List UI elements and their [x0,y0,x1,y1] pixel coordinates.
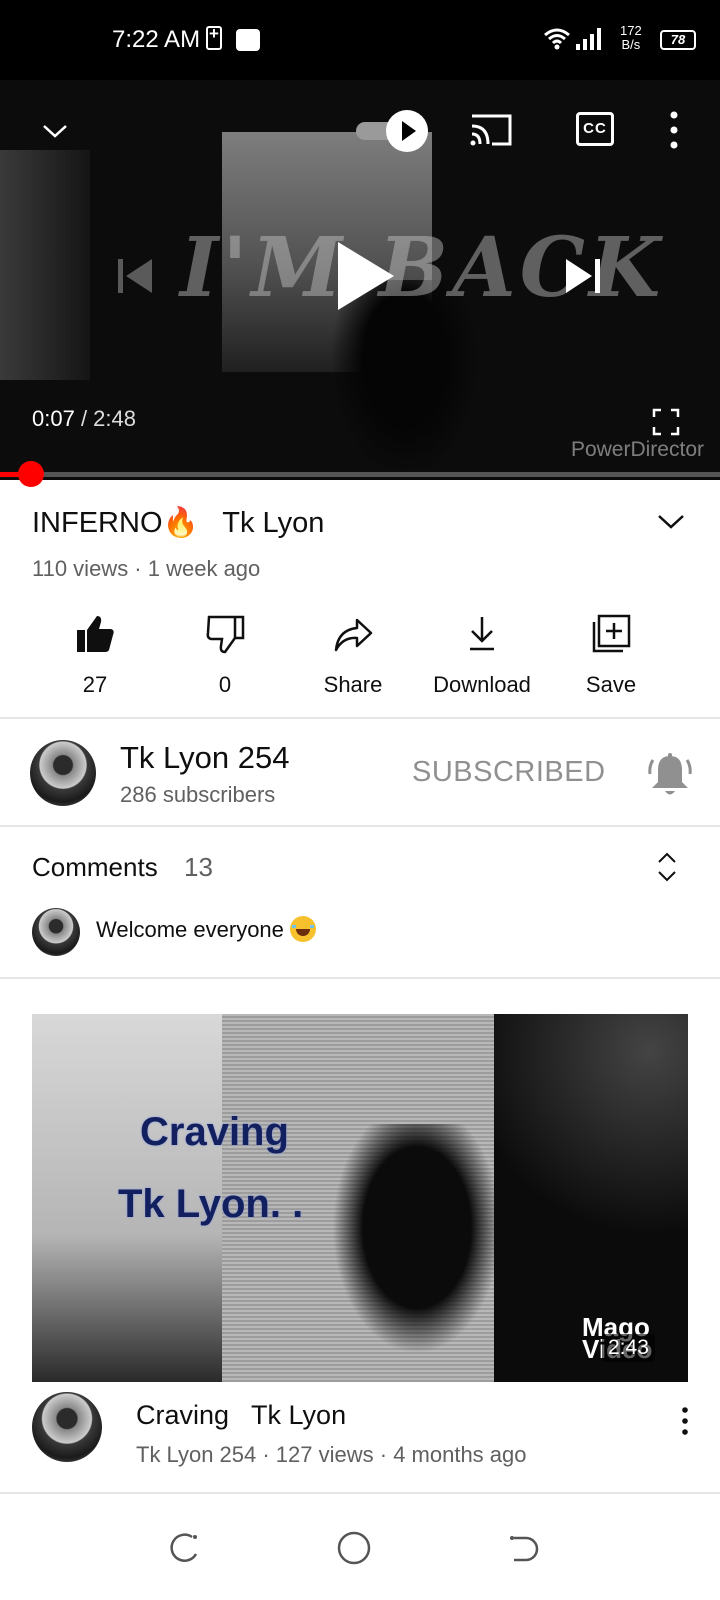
autoplay-toggle[interactable] [356,110,428,152]
notification-icon [236,29,260,51]
comments-header[interactable]: Comments [32,852,158,883]
expand-description-icon[interactable] [656,512,686,532]
cast-icon[interactable] [470,112,512,148]
captions-icon[interactable]: CC [576,112,614,146]
current-time: 0:07 [32,406,75,431]
divider [0,1492,720,1494]
previous-icon[interactable] [116,256,156,296]
dislike-button[interactable]: 0 [160,606,290,698]
comments-count: 13 [184,852,213,882]
channel-avatar[interactable] [30,740,96,806]
save-button[interactable]: Save [546,606,676,698]
more-vert-icon[interactable] [680,1406,690,1436]
subscribed-button[interactable]: SUBSCRIBED [412,756,606,789]
laughing-emoji-icon [289,916,316,942]
next-video-meta: Tk Lyon 254 · 127 views · 4 months ago [136,1442,527,1467]
minimize-chevron-icon[interactable] [40,116,70,146]
status-time: 7:22 AM [112,26,201,53]
subscriber-count: 286 subscribers [120,782,276,807]
download-icon [470,617,494,651]
like-icon [77,616,114,652]
wifi-icon [544,28,570,50]
share-button[interactable]: Share [288,606,418,698]
divider [0,977,720,979]
download-button[interactable]: Download [417,606,547,698]
thumbnail-text: Craving [140,1110,289,1154]
system-nav-bar [0,1500,720,1600]
video-player[interactable]: I'M BACK CC 0:07 / 2:48 PowerDirector [0,80,720,480]
network-speed: 172 B/s [620,23,642,52]
watermark: PowerDirector [570,438,704,461]
next-icon[interactable] [562,256,602,296]
thumbnail-text: Tk Lyon. . [118,1182,304,1226]
back-icon[interactable] [506,1530,542,1566]
dislike-icon [206,615,245,654]
commenter-avatar [32,908,80,956]
action-bar: 27 0 Share Download Save [0,606,720,710]
duration: 2:48 [93,406,136,431]
next-video-title[interactable]: Craving Tk Lyon [136,1400,346,1431]
home-icon[interactable] [336,1530,372,1566]
progress-scrubber[interactable] [18,461,44,487]
fullscreen-icon[interactable] [652,408,680,436]
battery-saver-icon [206,24,222,50]
video-meta: 110 views · 1 week ago [32,556,261,581]
battery-icon: 78 [660,30,696,50]
save-to-playlist-icon [592,614,631,653]
share-icon [334,618,373,652]
divider [0,717,720,719]
expand-comments-icon[interactable] [656,850,678,884]
play-icon[interactable] [336,240,396,312]
channel-name[interactable]: Tk Lyon 254 [120,740,289,776]
more-vert-icon[interactable] [668,110,680,150]
next-video-thumbnail[interactable]: Craving Tk Lyon. . Mago Video 2:43 [32,1014,688,1382]
video-duration-badge: 2:43 [602,1334,655,1362]
status-bar: 7:22 AM 172 B/s 78 [0,0,720,80]
top-comment[interactable]: Welcome everyone [96,916,316,943]
like-button[interactable]: 27 [30,606,160,698]
time-readout: 0:07 / 2:48 [32,406,136,431]
recent-apps-icon[interactable] [166,1530,202,1566]
signal-icon [576,28,601,50]
next-video-channel-avatar[interactable] [32,1392,102,1462]
notification-bell-icon[interactable] [648,752,692,798]
autoplay-play-icon [386,110,428,152]
progress-bar[interactable] [0,472,720,477]
video-title[interactable]: INFERNO🔥 Tk Lyon [32,506,324,540]
divider [0,825,720,827]
